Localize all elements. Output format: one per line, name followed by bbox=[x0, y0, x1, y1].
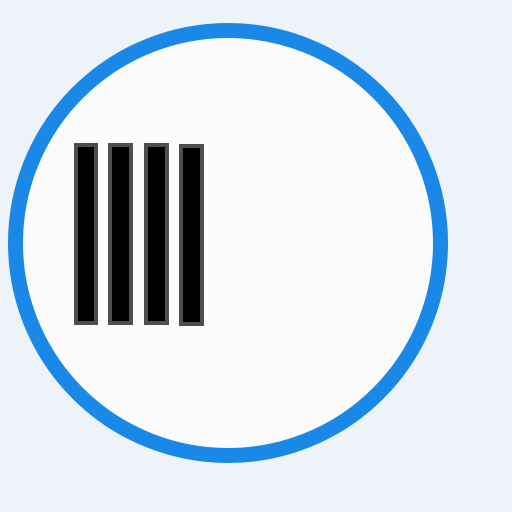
vertical-bar-1 bbox=[74, 143, 98, 325]
vertical-bar-4 bbox=[179, 144, 204, 326]
vertical-bar-2 bbox=[108, 143, 133, 325]
canvas bbox=[0, 0, 512, 512]
vertical-bar-3 bbox=[144, 143, 169, 325]
